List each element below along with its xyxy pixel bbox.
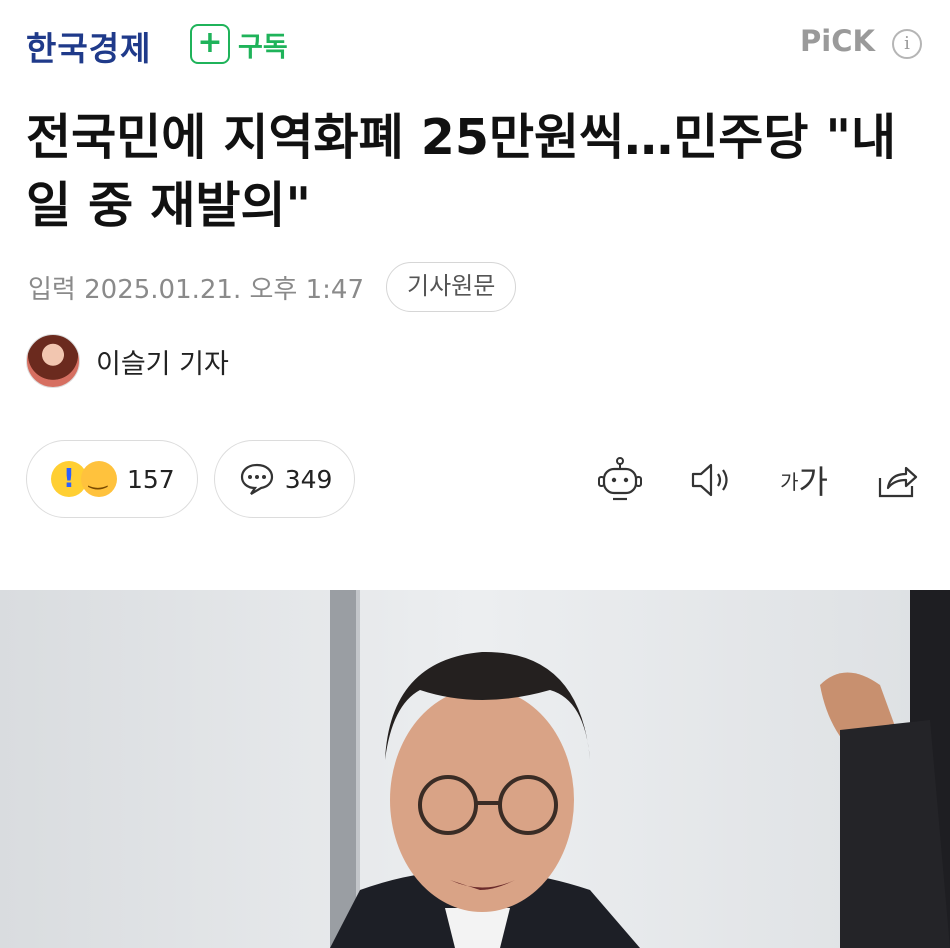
avatar[interactable]: [26, 334, 80, 388]
smile-emoji-icon: [81, 461, 117, 497]
subscribe-button[interactable]: + 구독: [190, 24, 288, 64]
text-to-speech-button[interactable]: [682, 450, 742, 510]
emotion-count: 157: [127, 464, 175, 494]
share-button[interactable]: [866, 450, 926, 510]
comment-count: 349: [284, 464, 333, 494]
article-headline: 전국민에 지역화폐 25만원씩…민주당 "내일 중 재발의": [26, 109, 897, 234]
font-size-button[interactable]: 가가: [774, 450, 834, 510]
pick-badge: PiCK: [800, 24, 875, 58]
reaction-bar: 157 349: [26, 440, 356, 518]
plus-icon: +: [190, 24, 230, 64]
press-logo[interactable]: 한국경제: [26, 22, 151, 70]
article-photo-image: [0, 590, 950, 948]
article-tools: 가가: [590, 450, 926, 510]
robot-summary-icon: [598, 457, 642, 501]
info-icon[interactable]: i: [892, 29, 922, 59]
summary-button[interactable]: [590, 450, 650, 510]
comment-button[interactable]: 349: [213, 440, 356, 518]
author-name[interactable]: 이슬기 기자: [96, 342, 229, 381]
font-large-glyph: 가: [798, 463, 828, 501]
comment-bubble-icon: [240, 463, 273, 495]
speaker-icon: [691, 463, 728, 497]
emotion-reaction-button[interactable]: 157: [26, 440, 198, 518]
author-byline[interactable]: 이슬기 기자: [26, 334, 229, 388]
article-header: 한국경제 + 구독 PiCK i: [0, 0, 950, 90]
font-small-glyph: 가: [780, 469, 799, 494]
share-icon: [878, 466, 918, 498]
article-photo: [0, 590, 950, 948]
original-article-button[interactable]: 기사원문: [386, 262, 517, 312]
subscribe-label: 구독: [238, 31, 288, 63]
article-meta: 입력 2025.01.21. 오후 1:47 기사원문: [28, 262, 517, 312]
published-date: 입력 2025.01.21. 오후 1:47: [28, 274, 364, 305]
